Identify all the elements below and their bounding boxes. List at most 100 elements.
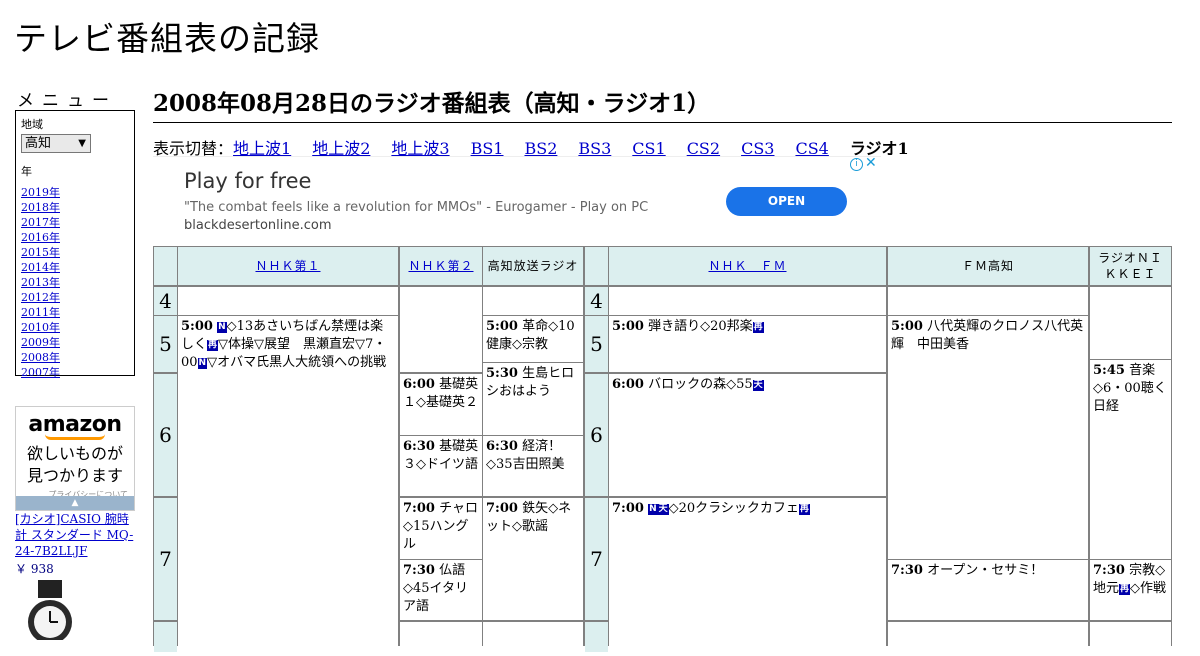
hour-label-6-mid: 6: [585, 374, 608, 496]
amazon-tagline-2: 見つかります: [26, 466, 123, 485]
product-link[interactable]: [カシオ]CASIO 腕時計 スタンダード MQ-24-7B2LLJF: [15, 511, 137, 559]
year-link-2009[interactable]: 2009年: [21, 336, 60, 349]
year-link-2018[interactable]: 2018年: [21, 201, 60, 214]
program-time: 7:00: [403, 501, 435, 516]
weather-mark-icon: 天: [752, 380, 764, 391]
rerun-mark-icon: 再: [752, 322, 764, 333]
year-link-2019[interactable]: 2019年: [21, 186, 60, 199]
program-cell[interactable]: 7:30 宗教◇地元再◇作戦: [1090, 560, 1171, 620]
program-time: 5:45: [1093, 363, 1125, 378]
year-list: 2019年 2018年 2017年 2016年 2015年 2014年 2013…: [21, 185, 129, 380]
menu-label: メニュー: [17, 91, 117, 111]
chevron-up-icon[interactable]: ▲: [16, 496, 134, 510]
hour-label-8: [154, 622, 177, 652]
program-time: 6:00: [403, 377, 435, 392]
program-cell[interactable]: 6:00 バロックの森◇55天: [609, 374, 886, 496]
program-cell[interactable]: 7:30 仏語◇45イタリア語: [400, 560, 482, 620]
program-cell[interactable]: 5:00 N◇13あさいちばん禁煙は楽しく再▽体操▽展望 黒瀬直宏▽7・00N▽…: [178, 316, 398, 656]
year-link-2013[interactable]: 2013年: [21, 276, 60, 289]
program-cell[interactable]: 7:00 チャロ◇15ハングル: [400, 498, 482, 559]
year-link-2008[interactable]: 2008年: [21, 351, 60, 364]
program-cell[interactable]: 6:30 基礎英３◇ドイツ語: [400, 436, 482, 496]
program-cell[interactable]: 7:30 オープン・セサミ！: [888, 560, 1088, 620]
hour-label-4: 4: [154, 287, 177, 315]
program-time: 6:30: [486, 439, 518, 454]
amazon-ad[interactable]: amazon 欲しいものが 見つかります プライバシーについて ▲: [15, 406, 135, 511]
year-link-2011[interactable]: 2011年: [21, 306, 60, 319]
program-cell[interactable]: [483, 622, 583, 652]
hour-label-4-mid: 4: [585, 287, 608, 315]
program-cell[interactable]: 5:00 八代英輝のクロノス八代英輝 中田美香: [888, 316, 1088, 559]
channel-header-nhk1: ＮＨＫ第１: [178, 247, 398, 285]
ad-banner[interactable]: Play for free "The combat feels like a r…: [153, 155, 881, 246]
program-time: 7:30: [891, 563, 923, 578]
grid-corner-left: [154, 247, 177, 285]
channel-header-rkc: 高知放送ラジオ: [483, 247, 583, 285]
channel-link-nhk2[interactable]: ＮＨＫ第２: [408, 257, 473, 275]
year-link-2012[interactable]: 2012年: [21, 291, 60, 304]
hour-label-8-mid: [585, 622, 608, 652]
program-cell-empty: [609, 287, 886, 315]
program-cell-empty: [888, 287, 1088, 315]
channel-header-nhkfm: ＮＨＫ ＦＭ: [609, 247, 886, 285]
program-cell[interactable]: 5:00 弾き語り◇20邦楽再: [609, 316, 886, 372]
news-mark-icon: N: [648, 504, 658, 515]
ad-title[interactable]: Play for free: [184, 169, 311, 193]
watch-image[interactable]: [18, 580, 84, 640]
hour-label-5: 5: [154, 316, 177, 372]
amazon-tagline-1: 欲しいものが: [26, 444, 123, 463]
program-time: 7:00: [612, 501, 644, 516]
info-icon[interactable]: i: [850, 158, 863, 171]
news-mark-icon: N: [197, 358, 208, 369]
program-text: 弾き語り◇20邦楽: [648, 319, 753, 334]
program-cell-empty: [178, 287, 398, 315]
program-cell[interactable]: 7:00 N 天◇20クラシックカフェ再: [609, 498, 886, 652]
program-time: 6:30: [403, 439, 435, 454]
year-link-2007[interactable]: 2007年: [21, 366, 60, 379]
program-cell[interactable]: 5:00 革命◇10健康◇宗教: [483, 316, 583, 362]
program-cell-empty: [483, 287, 583, 315]
program-cell[interactable]: 6:00 基礎英１◇基礎英２: [400, 374, 482, 435]
product-price: ￥ 938: [15, 562, 54, 576]
year-link-2015[interactable]: 2015年: [21, 246, 60, 259]
ad-url[interactable]: blackdesertonline.com: [184, 218, 332, 233]
program-time: 5:00: [891, 319, 923, 334]
program-cell[interactable]: 6:30 経済！◇35吉田照美: [483, 436, 583, 496]
chevron-down-icon: ▼: [78, 138, 86, 149]
program-time: 6:00: [612, 377, 644, 392]
channel-link-nhkfm[interactable]: ＮＨＫ ＦＭ: [708, 257, 786, 275]
close-icon[interactable]: ✕: [865, 155, 877, 171]
ad-description: "The combat feels like a revolution for …: [184, 200, 649, 215]
ad-open-button[interactable]: OPEN: [726, 187, 847, 216]
program-time: 5:00: [612, 319, 644, 334]
program-text: オープン・セサミ！: [927, 563, 1044, 578]
program-cell[interactable]: [1090, 622, 1171, 652]
year-link-2017[interactable]: 2017年: [21, 216, 60, 229]
channel-header-nikkei: ラジオＮＩＫＫＥＩ: [1090, 247, 1171, 285]
page-heading: 2008年08月28日のラジオ番組表（高知・ラジオ1）: [153, 84, 1172, 123]
program-time: 7:30: [403, 563, 435, 578]
channel-link-nhk1[interactable]: ＮＨＫ第１: [255, 257, 320, 275]
region-label: 地域: [21, 118, 43, 131]
weather-mark-icon: 天: [657, 504, 669, 515]
program-cell[interactable]: [888, 622, 1088, 652]
hour-label-7-mid: 7: [585, 498, 608, 620]
program-cell[interactable]: [400, 622, 482, 652]
news-mark-icon: N: [217, 322, 227, 333]
year-label: 年: [21, 165, 32, 178]
year-link-2016[interactable]: 2016年: [21, 231, 60, 244]
year-link-2014[interactable]: 2014年: [21, 261, 60, 274]
program-cell[interactable]: 5:30 生島ヒロシおはよう: [483, 363, 583, 435]
rerun-mark-icon: 再: [207, 340, 219, 351]
program-time: 5:00: [486, 319, 518, 334]
year-link-2010[interactable]: 2010年: [21, 321, 60, 334]
program-cell[interactable]: 7:00 鉄矢◇ネット◇歌謡: [483, 498, 583, 620]
amazon-logo: amazon: [28, 412, 122, 437]
program-cell[interactable]: 5:45 音楽◇6・00聴く日経: [1090, 360, 1171, 559]
region-select[interactable]: 高知 ▼: [21, 134, 91, 153]
program-grid: ＮＨＫ第１ ＮＨＫ第２ 高知放送ラジオ ＮＨＫ ＦＭ ＦＭ高知 ラジオＮＩＫＫＥ…: [153, 246, 1172, 656]
hour-label-7: 7: [154, 498, 177, 620]
program-text: バロックの森◇55: [648, 377, 753, 392]
hour-label-6: 6: [154, 374, 177, 496]
site-title: テレビ番組表の記録: [14, 19, 320, 58]
